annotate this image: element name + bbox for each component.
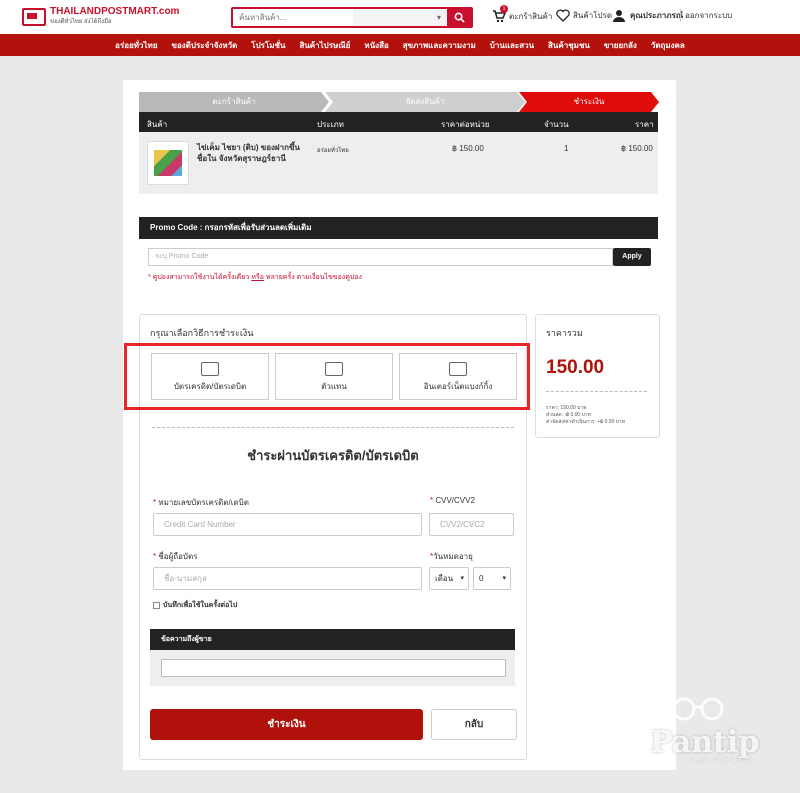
checkbox-icon bbox=[153, 602, 160, 609]
step-payment: ชำระเงิน bbox=[519, 92, 659, 112]
col-price: ราคา bbox=[635, 120, 654, 129]
logo-tagline: ของดีทั่วไทย ส่งได้ถึงมือ bbox=[50, 19, 112, 25]
divider bbox=[546, 391, 647, 392]
col-category: ประเภท bbox=[317, 120, 344, 129]
cart-icon: 1 bbox=[492, 5, 508, 23]
promo-code-bar: Promo Code : กรอกรหัสเพื่อรับส่วนลดเพิ่ม… bbox=[139, 217, 658, 239]
nav-item[interactable]: อร่อยทั่วไทย bbox=[108, 39, 164, 52]
cart-link[interactable]: 1 ตะกร้าสินค้า bbox=[492, 5, 553, 23]
wishlist-link[interactable]: สินค้าโปรด bbox=[556, 9, 612, 22]
pay-button[interactable]: ชำระเงิน bbox=[150, 709, 423, 740]
product-category: อร่อยทั่วไทย bbox=[317, 148, 349, 154]
summary-shipping-line: ค่าจัดส่ง/ค่าดำเนินการ: +฿ 0.00 บาท bbox=[546, 419, 626, 425]
nav-item[interactable]: สุขภาพและความงาม bbox=[396, 39, 483, 52]
unit-price: ฿ 150.00 bbox=[452, 144, 484, 153]
expiry-label: *วันหมดอายุ bbox=[430, 552, 473, 561]
seller-message-input[interactable] bbox=[161, 659, 506, 677]
row-price: ฿ 150.00 bbox=[621, 144, 653, 153]
user-name: คุณประภาภรณ์ bbox=[630, 11, 684, 20]
nav-item[interactable]: ของดีประจำจังหวัด bbox=[165, 39, 245, 52]
highlight-box bbox=[124, 343, 530, 410]
back-button[interactable]: กลับ bbox=[431, 709, 517, 740]
search-icon bbox=[454, 12, 465, 23]
heart-icon bbox=[556, 9, 570, 22]
main-nav: อร่อยทั่วไทย ของดีประจำจังหวัด โปรโมชั่น… bbox=[0, 34, 800, 56]
product-image[interactable] bbox=[147, 141, 189, 185]
expiry-year-select[interactable]: 0 bbox=[473, 567, 511, 590]
nav-item[interactable]: วัตถุมงคล bbox=[644, 39, 692, 52]
col-qty: จำนวน bbox=[544, 120, 569, 129]
save-card-checkbox[interactable]: บันทึกเพื่อใช้ในครั้งต่อไป bbox=[153, 600, 237, 611]
card-number-field[interactable]: Credit Card Number bbox=[153, 513, 422, 536]
cvv-field[interactable]: CVV2/CVC2 bbox=[429, 513, 514, 536]
nav-item[interactable]: หนังสือ bbox=[357, 39, 395, 52]
user-icon bbox=[613, 10, 625, 22]
watermark-brand: Pantip bbox=[650, 725, 760, 760]
apply-button[interactable]: Apply bbox=[613, 248, 651, 266]
watermark-slogan: Learn, Share & Fun bbox=[690, 757, 752, 764]
holder-name-label: * ชื่อผู้ถือบัตร bbox=[153, 552, 198, 561]
quantity: 1 bbox=[564, 144, 569, 153]
credit-card-form-title: ชำระผ่านบัตรเครดิต/บัตรเดบิต bbox=[247, 448, 419, 463]
divider bbox=[152, 427, 514, 428]
cvv-label: * CVV/CVV2 bbox=[430, 496, 475, 505]
summary-title: ราคารวม bbox=[546, 328, 583, 338]
nav-item[interactable]: สินค้าชุมชน bbox=[541, 39, 597, 52]
glasses-logo-icon bbox=[672, 697, 724, 721]
logout-label: ออกจากระบบ bbox=[685, 11, 733, 20]
step-cart: ตะกร้าสินค้า bbox=[139, 92, 329, 112]
cart-count-badge: 1 bbox=[500, 5, 508, 13]
checkout-steps: ตะกร้าสินค้า จัดส่งสินค้า ชำระเงิน bbox=[139, 92, 659, 112]
save-card-label: บันทึกเพื่อใช้ในครั้งต่อไป bbox=[163, 602, 238, 609]
promo-note: * คูปองสามารถใช้งานได้ครั้งเดียว หรือ หล… bbox=[148, 272, 362, 283]
table-row: ไข่เค็ม ไชยา (ดิบ) ของฝากขึ้นชื่อใน จังห… bbox=[139, 132, 658, 194]
search-button[interactable] bbox=[447, 9, 471, 26]
nav-item[interactable]: ขายยกลัง bbox=[597, 39, 644, 52]
col-unit-price: ราคาต่อหน่วย bbox=[441, 120, 490, 129]
wishlist-label: สินค้าโปรด bbox=[573, 11, 613, 20]
cart-label: ตะกร้าสินค้า bbox=[509, 11, 553, 21]
cart-table-header: สินค้า ประเภท ราคาต่อหน่วย จำนวน ราคา bbox=[139, 112, 658, 132]
logout-link[interactable]: ออกจากระบบ bbox=[680, 9, 732, 22]
product-name[interactable]: ไข่เค็ม ไชยา (ดิบ) ของฝากขึ้นชื่อใน จังห… bbox=[197, 142, 309, 164]
logo-text: THAILANDPOSTMART.com bbox=[50, 6, 180, 17]
promo-note-a: * คูปองสามารถใช้งานได้ครั้งเดียว bbox=[148, 274, 250, 281]
chevron-down-icon: ▾ bbox=[436, 13, 441, 22]
cart-logo-icon bbox=[22, 8, 46, 26]
site-header: THAILANDPOSTMART.com ของดีทั่วไทย ส่งได้… bbox=[0, 0, 800, 34]
promo-note-b: หลายครั้ง ตามเงื่อนไขของคูปอง bbox=[265, 274, 362, 281]
col-product: สินค้า bbox=[147, 120, 168, 129]
holder-name-field[interactable]: ชื่อ-นามสกุล bbox=[153, 567, 422, 590]
card-number-label: * หมายเลขบัตรเครดิต/เดบิต bbox=[153, 498, 249, 507]
seller-message-bar: ข้อความถึงผู้ขาย bbox=[150, 629, 515, 650]
promo-code-input[interactable]: ระบุ Promo Code bbox=[148, 248, 613, 266]
nav-item[interactable]: สินค้าไปรษณีย์ bbox=[292, 39, 357, 52]
site-logo[interactable]: THAILANDPOSTMART.com ของดีทั่วไทย ส่งได้… bbox=[22, 6, 179, 28]
step-shipping: จัดส่งสินค้า bbox=[325, 92, 525, 112]
search-bar: ▾ bbox=[231, 7, 473, 28]
payment-method-title: กรุณาเลือกวิธีการชำระเงิน bbox=[150, 328, 254, 338]
search-category-dropdown[interactable]: ▾ bbox=[353, 9, 447, 26]
nav-item[interactable]: โปรโมชั่น bbox=[244, 39, 292, 52]
nav-item[interactable]: บ้านและสวน bbox=[483, 39, 541, 52]
expiry-month-select[interactable]: เดือน bbox=[429, 567, 469, 590]
pantip-watermark: Pantip Learn, Share & Fun bbox=[650, 695, 775, 770]
summary-total: 150.00 bbox=[546, 357, 605, 378]
user-link[interactable]: คุณประภาภรณ์ bbox=[613, 9, 683, 22]
promo-note-or: หรือ bbox=[251, 274, 264, 281]
search-input[interactable] bbox=[233, 9, 353, 26]
